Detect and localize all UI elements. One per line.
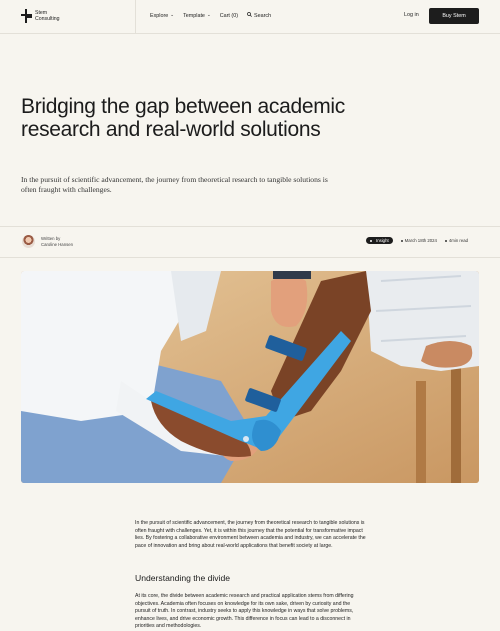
article-subtitle: In the pursuit of scientific advancement… [21,175,328,194]
date-text: March 18th 2024 [404,238,437,243]
article-meta: Insight March 18th 2024 4min read [366,237,468,244]
login-link[interactable]: Log in [404,12,419,18]
chevron-down-icon: ⌄ [170,12,175,18]
read-time-text: 4min read [448,238,469,243]
chevron-down-icon: ⌄ [206,12,211,18]
nav-search[interactable]: Search [247,12,271,19]
header-divider [135,0,136,33]
read-time: 4min read [444,238,469,243]
main-nav: Explore ⌄ Template ⌄ Cart (0) Search [150,12,271,19]
section-heading: Understanding the divide [135,573,231,583]
nav-cart[interactable]: Cart (0) [220,12,238,19]
author-name: Caroline Hansen [41,242,74,247]
nav-explore[interactable]: Explore ⌄ [150,12,174,19]
logo-mark-icon [21,9,32,23]
author-block: Written by Caroline Hansen [41,236,73,248]
buy-button[interactable]: Buy Stem [429,8,479,24]
tag-label: Insight [376,238,389,243]
logo-line-2: Consulting [35,16,60,22]
logo-text: Stem Consulting [35,10,60,22]
nav-search-label: Search [254,12,272,19]
paragraph-2: At its core, the divide between academic… [135,593,354,630]
divider-bottom [0,257,500,258]
category-tag[interactable]: Insight [366,237,393,244]
site-header: Stem Consulting Explore ⌄ Template ⌄ Car… [0,0,500,34]
dot-icon [444,240,447,242]
article-title: Bridging the gap between academic resear… [21,95,345,141]
written-by-label: Written by [41,236,61,241]
search-icon [247,12,252,19]
nav-template-label: Template [183,12,205,19]
dot-icon [400,240,403,242]
paragraph-1: In the pursuit of scientific advancement… [135,520,366,549]
nav-template[interactable]: Template ⌄ [183,12,211,19]
logo[interactable]: Stem Consulting [21,9,60,23]
nav-explore-label: Explore [150,12,169,19]
dot-icon [370,239,372,242]
divider-top [0,226,500,227]
nav-cart-label: Cart (0) [219,12,238,19]
hero-image [21,271,479,483]
avatar [22,235,35,248]
publish-date: March 18th 2024 [400,238,437,243]
